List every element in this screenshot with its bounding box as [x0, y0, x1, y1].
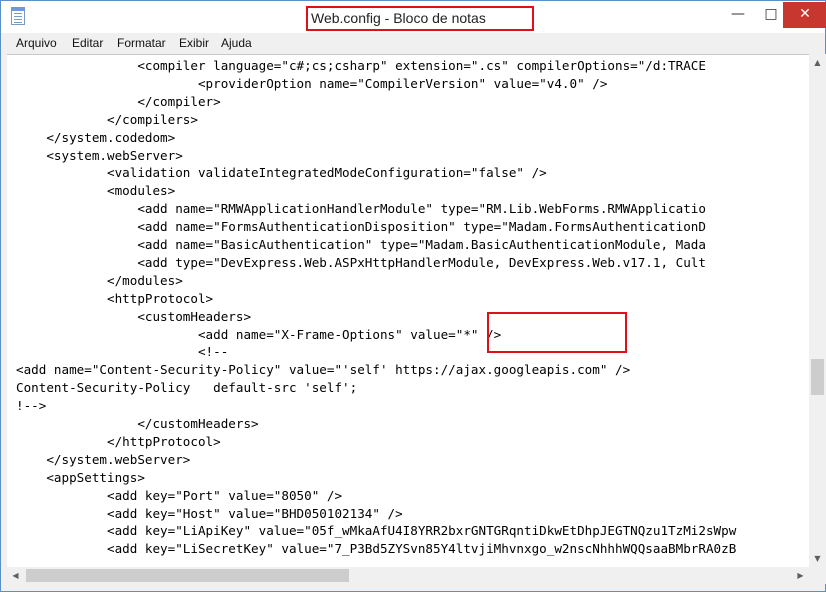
- code-line: <add key="LiSecretKey" value="7_P3Bd5ZYS…: [16, 541, 737, 557]
- code-line: </httpProtocol>: [16, 433, 221, 449]
- scrollbar-corner: [809, 567, 826, 584]
- code-line: </modules>: [16, 272, 183, 288]
- code-line: <system.webServer>: [16, 147, 183, 163]
- code-line: </system.webServer>: [16, 451, 191, 467]
- code-line: <add name="X-Frame-Options" value="*" />: [16, 326, 502, 342]
- code-line: <providerOption name="CompilerVersion" v…: [16, 75, 608, 91]
- code-line: <customHeaders>: [16, 308, 252, 324]
- title-bar[interactable]: Web.config - Bloco de notas — □ ✕: [1, 1, 826, 33]
- code-line: <modules>: [16, 183, 176, 199]
- close-button[interactable]: ✕: [783, 2, 826, 28]
- code-line: <!--: [16, 344, 229, 360]
- maximize-button[interactable]: □: [759, 2, 783, 28]
- code-line: <validation validateIntegratedModeConfig…: [16, 165, 547, 181]
- menu-exibir[interactable]: Exibir: [179, 36, 209, 50]
- code-line: <add key="LiApiKey" value="05f_wMkaAfU4I…: [16, 523, 737, 539]
- text-editor[interactable]: <compiler language="c#;cs;csharp" extens…: [7, 54, 809, 568]
- menu-formatar[interactable]: Formatar: [117, 36, 166, 50]
- code-line: <add name="BasicAuthentication" type="Ma…: [16, 237, 706, 252]
- code-line: Content-Security-Policy default-src 'sel…: [16, 380, 358, 396]
- menu-editar[interactable]: Editar: [72, 36, 103, 50]
- code-line: <add name="RMWApplicationHandlerModule" …: [16, 201, 706, 217]
- scroll-up-icon[interactable]: ▲: [809, 54, 826, 71]
- code-line: <add name="FormsAuthenticationDispositio…: [16, 219, 706, 235]
- notepad-window: Web.config - Bloco de notas — □ ✕ Arquiv…: [0, 0, 826, 592]
- code-line: </system.codedom>: [16, 129, 176, 145]
- code-line: </compiler>: [16, 93, 221, 109]
- menu-arquivo[interactable]: Arquivo: [16, 36, 57, 50]
- minimize-button[interactable]: —: [717, 2, 759, 28]
- vertical-scrollbar[interactable]: ▲ ▼: [809, 54, 826, 567]
- code-line: <add type="DevExpress.Web.ASPxHttpHandle…: [16, 254, 706, 270]
- menu-ajuda[interactable]: Ajuda: [221, 36, 252, 50]
- notepad-icon[interactable]: [11, 7, 25, 25]
- scroll-left-icon[interactable]: ◀: [7, 567, 24, 584]
- horizontal-scrollbar[interactable]: ◀ ▶: [7, 567, 809, 584]
- scroll-down-icon[interactable]: ▼: [809, 550, 826, 567]
- menu-bar: Arquivo Editar Formatar Exibir Ajuda: [1, 33, 825, 53]
- title-highlight-box: [306, 6, 534, 31]
- code-line: <compiler language="c#;cs;csharp" extens…: [16, 58, 706, 73]
- horizontal-scroll-thumb[interactable]: [26, 569, 349, 582]
- value-highlight-box: [487, 312, 627, 353]
- code-line: <add key="Port" value="8050" />: [16, 487, 343, 503]
- code-line: </customHeaders>: [16, 416, 259, 431]
- scroll-right-icon[interactable]: ▶: [792, 567, 809, 584]
- vertical-scroll-thumb[interactable]: [811, 359, 824, 395]
- code-line: <add key="Host" value="BHD050102134" />: [16, 505, 403, 521]
- code-line: <httpProtocol>: [16, 290, 214, 306]
- code-line: </compilers>: [16, 111, 198, 127]
- code-line: !-->: [16, 398, 47, 414]
- code-line: <appSettings>: [16, 469, 145, 485]
- code-line: <add name="Content-Security-Policy" valu…: [16, 362, 631, 378]
